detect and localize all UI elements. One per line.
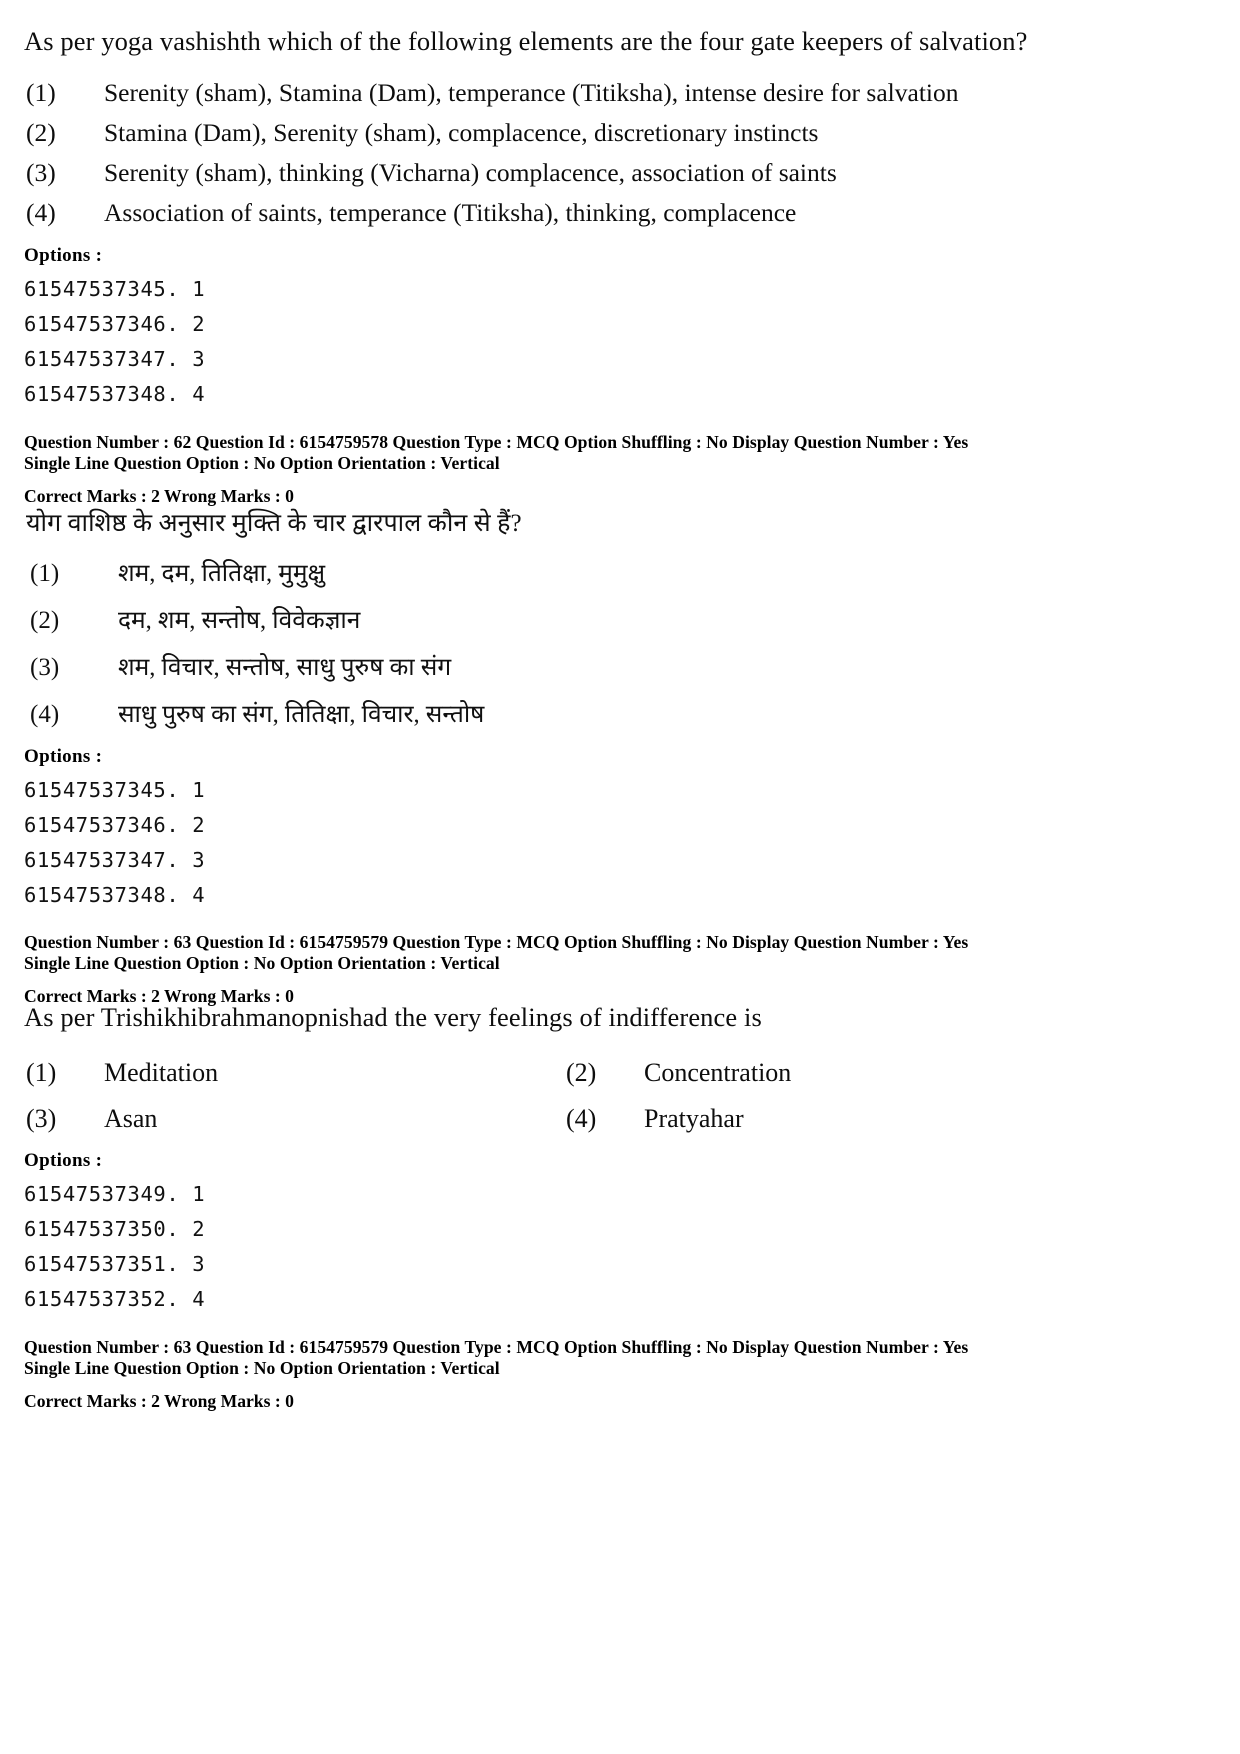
option-id-row: 61547537352. 4 bbox=[24, 1287, 206, 1311]
choice-text: साधु पुरुष का संग, तितिक्षा, विचार, सन्त… bbox=[118, 701, 485, 728]
metadata-line-2: Single Line Question Option : No Option … bbox=[24, 953, 500, 973]
question-62-english-option-ids: Options : 61547537345. 1 61547537346. 2 … bbox=[0, 245, 1240, 406]
choice-text: Association of saints, temperance (Titik… bbox=[104, 198, 797, 227]
question-62-hindi-option-ids: Options : 61547537345. 1 61547537346. 2 … bbox=[0, 746, 1240, 907]
choice-row[interactable]: (3) शम, विचार, सन्तोष, साधु पुरुष का संग bbox=[30, 650, 1240, 697]
question-63-english-stem: As per Trishikhibrahmanopnishad the very… bbox=[24, 1002, 762, 1032]
choice-cell[interactable]: (2) Concentration bbox=[566, 1058, 1106, 1104]
question-62-hindi-stem: योग वाशिष्ठ के अनुसार मुक्ति के चार द्वा… bbox=[26, 510, 522, 537]
metadata-line-2: Single Line Question Option : No Option … bbox=[24, 453, 500, 473]
choice-row-pair: (3) Asan (4) Pratyahar bbox=[26, 1104, 1240, 1150]
choice-text: Serenity (sham), thinking (Vicharna) com… bbox=[104, 158, 837, 187]
question-62-english-choices: (1) Serenity (sham), Stamina (Dam), temp… bbox=[0, 78, 1240, 238]
choice-text: Concentration bbox=[644, 1058, 792, 1087]
choice-text: Asan bbox=[104, 1104, 158, 1133]
option-id-row: 61547537351. 3 bbox=[24, 1252, 206, 1276]
question-63-metadata-top: Question Number : 63 Question Id : 61547… bbox=[0, 932, 1240, 1007]
question-62-hindi-choices: (1) शम, दम, तितिक्षा, मुमुक्षु (2) दम, श… bbox=[0, 556, 1240, 744]
choice-text: दम, शम, सन्तोष, विवेकज्ञान bbox=[118, 607, 361, 634]
choice-text: Stamina (Dam), Serenity (sham), complace… bbox=[104, 118, 819, 147]
question-63-english-option-ids: Options : 61547537349. 1 61547537350. 2 … bbox=[0, 1150, 1240, 1311]
choice-row[interactable]: (1) Serenity (sham), Stamina (Dam), temp… bbox=[26, 78, 1240, 118]
exam-answer-key-page: As per yoga vashishth which of the follo… bbox=[0, 0, 1240, 1754]
choice-row[interactable]: (2) Stamina (Dam), Serenity (sham), comp… bbox=[26, 118, 1240, 158]
choice-number: (4) bbox=[30, 701, 60, 728]
question-63-metadata-bottom: Question Number : 63 Question Id : 61547… bbox=[0, 1337, 1240, 1412]
options-heading: Options : bbox=[24, 1150, 103, 1171]
choice-cell[interactable]: (4) Pratyahar bbox=[566, 1104, 1106, 1150]
options-heading: Options : bbox=[24, 746, 103, 767]
choice-text: शम, विचार, सन्तोष, साधु पुरुष का संग bbox=[118, 654, 452, 681]
choice-text: Serenity (sham), Stamina (Dam), temperan… bbox=[104, 78, 959, 107]
choice-number: (3) bbox=[26, 158, 56, 187]
metadata-line-1: Question Number : 62 Question Id : 61547… bbox=[24, 432, 969, 452]
question-62-hindi-block: योग वाशिष्ठ के अनुसार मुक्ति के चार द्वा… bbox=[0, 505, 1240, 539]
choice-cell[interactable]: (1) Meditation bbox=[26, 1058, 566, 1104]
question-62-english-stem: As per yoga vashishth which of the follo… bbox=[24, 26, 1028, 56]
question-63-english-block: As per Trishikhibrahmanopnishad the very… bbox=[0, 1002, 1240, 1033]
choice-number: (1) bbox=[30, 560, 60, 587]
metadata-line-1: Question Number : 63 Question Id : 61547… bbox=[24, 932, 969, 952]
options-heading: Options : bbox=[24, 245, 103, 266]
option-id-row: 61547537349. 1 bbox=[24, 1182, 206, 1206]
option-id-row: 61547537348. 4 bbox=[24, 382, 206, 406]
option-id-row: 61547537346. 2 bbox=[24, 312, 206, 336]
option-id-row: 61547537346. 2 bbox=[24, 813, 206, 837]
choice-row-pair: (1) Meditation (2) Concentration bbox=[26, 1058, 1240, 1104]
choice-cell[interactable]: (3) Asan bbox=[26, 1104, 566, 1150]
metadata-line-1: Question Number : 63 Question Id : 61547… bbox=[24, 1337, 969, 1357]
choice-row[interactable]: (1) शम, दम, तितिक्षा, मुमुक्षु bbox=[30, 556, 1240, 603]
choice-number: (2) bbox=[26, 118, 56, 147]
choice-number: (2) bbox=[30, 607, 60, 634]
choice-row[interactable]: (4) Association of saints, temperance (T… bbox=[26, 198, 1240, 238]
choice-number: (3) bbox=[26, 1104, 57, 1133]
choice-number: (1) bbox=[26, 1058, 57, 1087]
metadata-marks-line: Correct Marks : 2 Wrong Marks : 0 bbox=[24, 486, 294, 506]
choice-row[interactable]: (3) Serenity (sham), thinking (Vicharna)… bbox=[26, 158, 1240, 198]
choice-number: (4) bbox=[566, 1104, 597, 1133]
choice-number: (4) bbox=[26, 198, 56, 227]
question-62-english-block: As per yoga vashishth which of the follo… bbox=[0, 26, 1240, 57]
choice-number: (3) bbox=[30, 654, 60, 681]
option-id-row: 61547537347. 3 bbox=[24, 848, 206, 872]
choice-text: Meditation bbox=[104, 1058, 219, 1087]
metadata-line-2: Single Line Question Option : No Option … bbox=[24, 1358, 500, 1378]
option-id-row: 61547537345. 1 bbox=[24, 277, 206, 301]
option-id-row: 61547537347. 3 bbox=[24, 347, 206, 371]
choice-number: (1) bbox=[26, 78, 56, 107]
question-63-english-choices: (1) Meditation (2) Concentration (3) Asa… bbox=[0, 1058, 1240, 1150]
choice-row[interactable]: (4) साधु पुरुष का संग, तितिक्षा, विचार, … bbox=[30, 697, 1240, 744]
question-62-metadata: Question Number : 62 Question Id : 61547… bbox=[0, 432, 1240, 507]
choice-text: Pratyahar bbox=[644, 1104, 744, 1133]
metadata-marks-line: Correct Marks : 2 Wrong Marks : 0 bbox=[24, 1391, 294, 1411]
option-id-row: 61547537350. 2 bbox=[24, 1217, 206, 1241]
choice-number: (2) bbox=[566, 1058, 597, 1087]
choice-row[interactable]: (2) दम, शम, सन्तोष, विवेकज्ञान bbox=[30, 603, 1240, 650]
option-id-row: 61547537345. 1 bbox=[24, 778, 206, 802]
choice-text: शम, दम, तितिक्षा, मुमुक्षु bbox=[118, 560, 326, 587]
option-id-row: 61547537348. 4 bbox=[24, 883, 206, 907]
